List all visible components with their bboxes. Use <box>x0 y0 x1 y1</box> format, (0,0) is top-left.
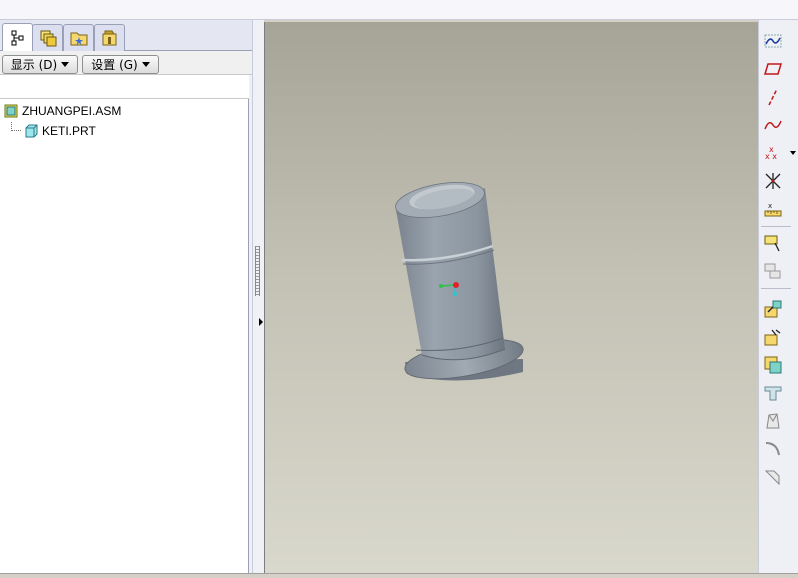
round-button[interactable] <box>762 438 784 460</box>
hole-button[interactable] <box>762 382 784 404</box>
navigator-panel: 显示 (D) 设置 (G) ZHUANGPEI.ASM KETI.PRT <box>0 20 252 573</box>
coordinate-system-icon <box>765 173 781 189</box>
model-tree-tab[interactable] <box>2 23 33 51</box>
chamfer-button[interactable] <box>762 466 784 488</box>
chamfer-icon <box>764 470 780 486</box>
favorites-tab[interactable] <box>63 24 94 51</box>
tree-connector <box>11 122 21 131</box>
layers-tab[interactable] <box>32 24 63 51</box>
pattern-icon <box>764 356 782 374</box>
datum-plane-icon <box>763 63 783 75</box>
analysis-button[interactable]: x <box>762 198 784 220</box>
svg-text:x: x <box>769 145 774 154</box>
tree-item-part[interactable]: KETI.PRT <box>24 122 96 140</box>
graphics-window[interactable] <box>264 22 758 573</box>
settings-menu-label: 设置 (G) <box>91 58 138 72</box>
tools-icon <box>102 30 116 46</box>
chevron-down-icon[interactable] <box>790 151 796 155</box>
assembly-icon <box>4 104 18 118</box>
analysis-icon: x <box>764 202 782 217</box>
3d-part-model[interactable] <box>265 22 759 573</box>
datum-plane-button[interactable] <box>762 58 784 80</box>
datum-curve-button[interactable] <box>762 114 784 136</box>
datum-point-icon: x x x <box>765 145 777 161</box>
insert-feature-icon <box>764 300 782 318</box>
insert-feature-button[interactable] <box>762 298 784 320</box>
tree-item-label: KETI.PRT <box>42 124 96 138</box>
layers-icon <box>40 30 56 47</box>
top-toolbar-strip <box>0 0 798 20</box>
panel-splitter[interactable] <box>252 20 264 573</box>
tools-tab[interactable] <box>94 24 125 51</box>
datum-point-button[interactable]: x x x <box>762 142 784 164</box>
splitter-grip[interactable] <box>255 246 260 296</box>
chevron-down-icon <box>61 62 70 67</box>
tree-header-row <box>0 75 249 99</box>
draft-icon <box>766 413 780 429</box>
tree-item-label: ZHUANGPEI.ASM <box>22 104 122 118</box>
chevron-down-icon <box>141 62 150 67</box>
collapse-arrow-icon[interactable] <box>259 318 263 326</box>
toolbar-separator <box>761 288 791 289</box>
pattern-button[interactable] <box>762 354 784 376</box>
svg-text:x: x <box>768 202 772 210</box>
navigator-tabbar <box>0 20 252 51</box>
feature-toolbar: x x x x <box>758 20 798 573</box>
round-icon <box>765 442 780 456</box>
status-bar <box>0 573 798 578</box>
navigator-toolrow: 显示 (D) 设置 (G) <box>0 51 252 75</box>
assemble-component-icon <box>764 235 780 252</box>
tree-item-assembly[interactable]: ZHUANGPEI.ASM <box>4 102 121 120</box>
part-icon <box>25 124 38 138</box>
sketch-tool-button[interactable] <box>762 30 784 52</box>
assemble-component-button[interactable] <box>762 232 784 254</box>
datum-axis-icon <box>768 88 778 106</box>
draft-button[interactable] <box>762 410 784 432</box>
show-menu-label: 显示 (D) <box>10 58 58 72</box>
sketch-icon <box>764 34 782 48</box>
toolbar-separator <box>761 226 791 227</box>
show-menu-button[interactable]: 显示 (D) <box>2 55 78 74</box>
create-component-button[interactable] <box>762 260 784 282</box>
settings-menu-button[interactable]: 设置 (G) <box>82 55 159 74</box>
model-tree: ZHUANGPEI.ASM KETI.PRT <box>0 99 249 573</box>
part-geometry <box>395 182 524 381</box>
datum-curve-icon <box>764 120 782 130</box>
create-component-icon <box>764 263 781 279</box>
copy-component-button[interactable] <box>762 326 784 348</box>
datum-axis-button[interactable] <box>762 86 784 108</box>
model-tree-icon <box>11 30 23 45</box>
hole-icon <box>764 386 782 401</box>
copy-component-icon <box>764 329 781 346</box>
folder-star-icon <box>70 32 87 46</box>
coordinate-system-button[interactable] <box>762 170 784 192</box>
